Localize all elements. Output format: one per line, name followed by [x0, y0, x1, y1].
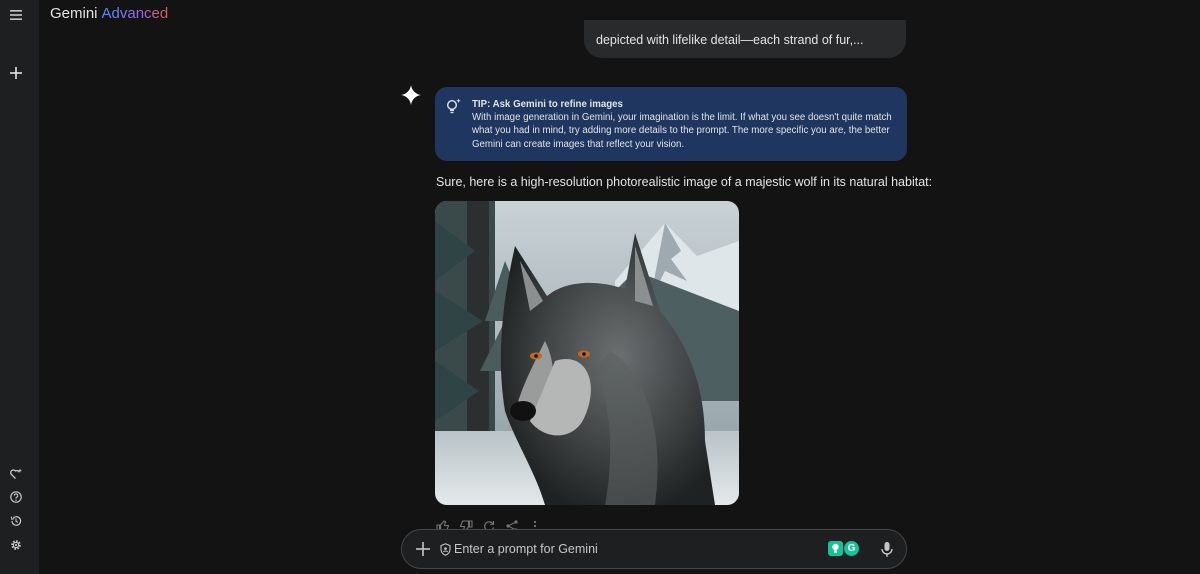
brand-tier: Advanced	[101, 5, 169, 22]
hamburger-menu-icon[interactable]	[5, 4, 27, 26]
brand-name: Gemini	[50, 5, 98, 22]
heart-sparkle-icon[interactable]	[5, 463, 27, 485]
add-attachment-plus-icon[interactable]	[414, 540, 432, 558]
prompt-input[interactable]	[454, 538, 814, 560]
grammarly-extension-badge[interactable]: G	[828, 541, 859, 557]
left-rail	[0, 0, 39, 574]
extension-lightbulb-icon	[828, 541, 843, 556]
new-chat-plus-icon[interactable]	[5, 62, 27, 84]
shield-icon	[440, 543, 451, 556]
app-brand[interactable]: Gemini Advanced	[50, 5, 168, 23]
grammarly-g-icon: G	[844, 541, 859, 556]
prompt-bar: G	[401, 529, 907, 569]
user-message-bubble: depicted with lifelike detail—each stran…	[584, 20, 906, 58]
response-text: Sure, here is a high-resolution photorea…	[436, 175, 933, 189]
tip-body: With image generation in Gemini, your im…	[472, 112, 892, 150]
lightbulb-sparkle-icon	[445, 97, 463, 115]
generated-wolf-image[interactable]	[435, 201, 739, 505]
history-icon[interactable]	[5, 510, 27, 532]
tip-card: TIP: Ask Gemini to refine images With im…	[435, 87, 907, 161]
gemini-spark-icon	[400, 84, 422, 106]
user-message-text: depicted with lifelike detail—each stran…	[596, 33, 864, 47]
help-circle-icon[interactable]	[5, 486, 27, 508]
microphone-icon[interactable]	[880, 541, 894, 558]
gear-icon[interactable]	[5, 534, 27, 556]
tip-title: TIP: Ask Gemini to refine images	[472, 99, 623, 110]
